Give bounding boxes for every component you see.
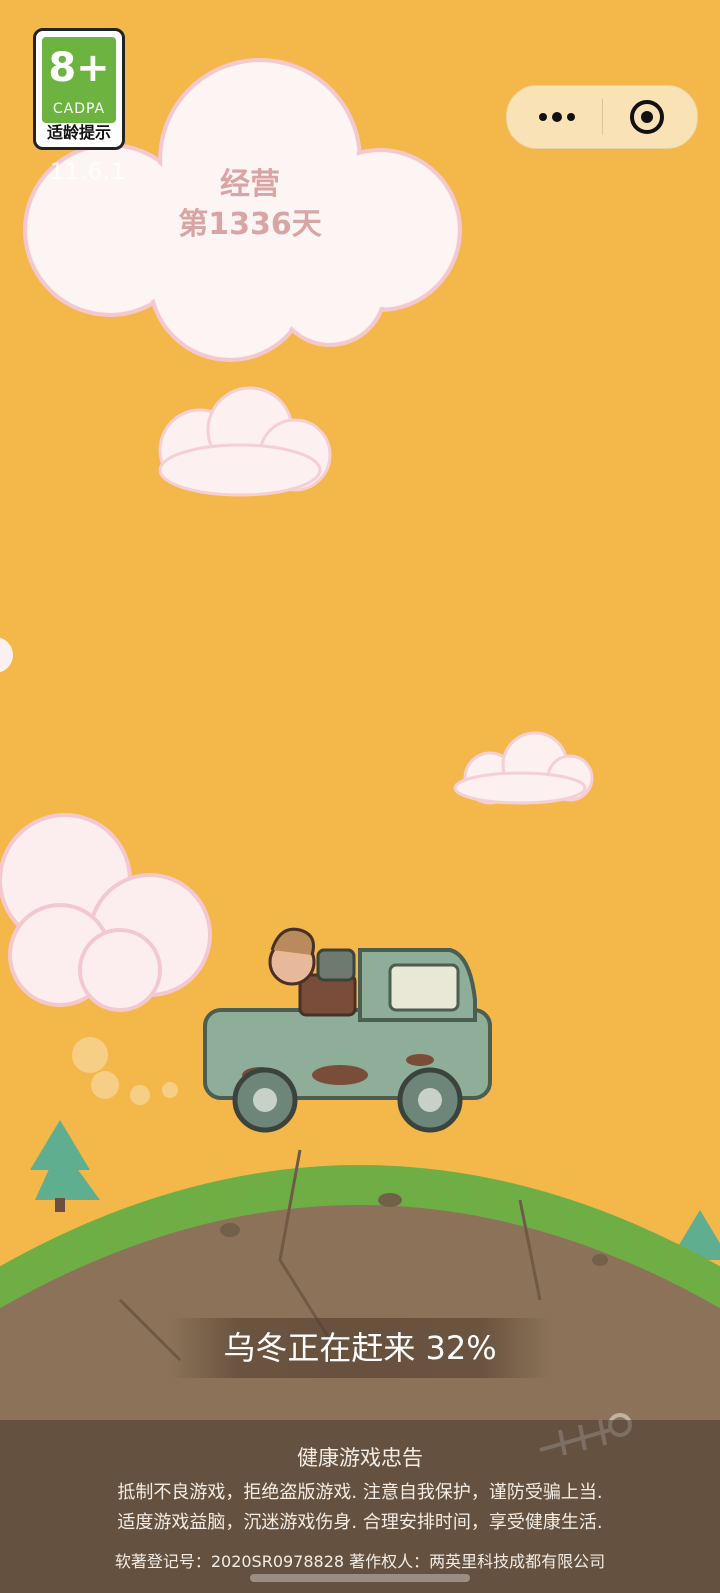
more-dots-icon[interactable] [537, 105, 577, 129]
day-counter-label: 经营 [220, 167, 280, 202]
small-cloud [453, 731, 594, 805]
age-rating-caption: 适龄提示 [46, 123, 111, 142]
loading-banner: 乌冬正在赶来 32% [170, 1318, 550, 1378]
capsule-divider [602, 99, 603, 135]
version-label: 11.6.1 [50, 160, 126, 185]
age-rating-badge: 8+ CADPA 适龄提示 [33, 28, 125, 150]
day-counter: 经营 第1336天 [150, 165, 350, 245]
health-notice: 健康游戏忠告 抵制不良游戏，拒绝盗版游戏. 注意自我保护，谨防受骗上当. 适度游… [0, 1420, 720, 1593]
lower-left-cloud [0, 813, 212, 1012]
target-icon[interactable] [629, 99, 665, 135]
exhaust-smoke [72, 1037, 178, 1105]
medium-cloud [158, 386, 332, 497]
health-notice-line2: 适度游戏益脑，沉迷游戏伤身. 合理安排时间，享受健康生活. [117, 1512, 603, 1533]
age-rating-value: 8+ [48, 45, 110, 91]
truck [203, 927, 492, 1133]
age-rating-org: CADPA [52, 101, 106, 117]
home-indicator[interactable] [250, 1574, 470, 1582]
miniprogram-capsule [506, 85, 698, 149]
day-counter-value: 第1336天 [178, 207, 322, 242]
edge-cloud [0, 637, 13, 673]
copyright-line: 软著登记号：2020SR0978828 著作权人：两英里科技成都有限公司 [114, 1552, 606, 1571]
age-rating-plate: 8+ CADPA [42, 37, 116, 123]
pine-tree-left [30, 1120, 100, 1212]
health-notice-line1: 抵制不良游戏，拒绝盗版游戏. 注意自我保护，谨防受骗上当. [117, 1482, 603, 1503]
loading-text: 乌冬正在赶来 32% [223, 1329, 497, 1367]
health-notice-title: 健康游戏忠告 [297, 1446, 423, 1470]
